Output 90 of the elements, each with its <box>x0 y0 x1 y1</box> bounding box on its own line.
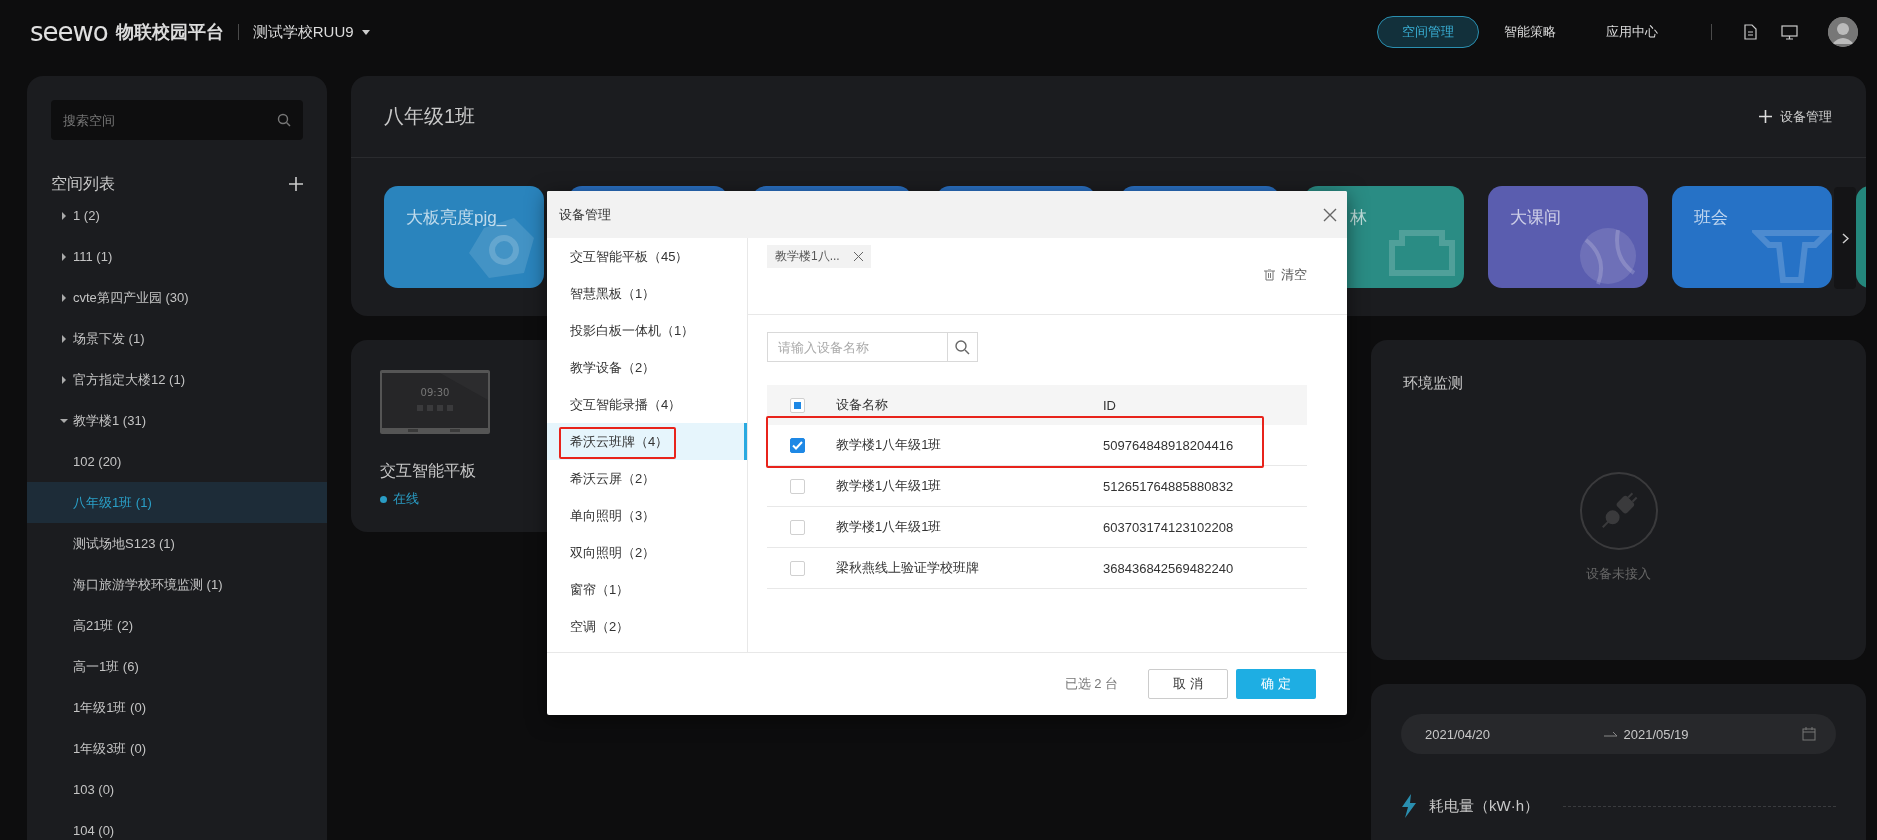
tree-item[interactable]: 1 (2) <box>73 208 100 223</box>
tree-item[interactable]: 高一1班 (6) <box>27 646 327 687</box>
column-header: ID <box>1103 397 1117 413</box>
category-item[interactable]: 交互智能平板（45） <box>547 238 747 275</box>
category-item[interactable]: 交互智能录播（4） <box>547 386 747 423</box>
caret-icon[interactable] <box>361 29 370 35</box>
caret-right-icon[interactable] <box>60 293 68 302</box>
device-manage-button[interactable]: 设备管理 <box>1759 107 1832 126</box>
cancel-button[interactable]: 取 消 <box>1148 669 1228 699</box>
tree-item[interactable]: 102 (20) <box>27 441 327 482</box>
table-cell-text: 教学楼1八年级1班 <box>836 436 943 454</box>
column-header: 设备名称 <box>836 396 889 414</box>
category-item[interactable]: 教学设备（2） <box>547 349 747 386</box>
avatar[interactable] <box>1828 17 1858 47</box>
date-range-picker[interactable]: 2021/04/20 2021/05/19 <box>1401 714 1836 754</box>
lightning-icon <box>1401 794 1417 818</box>
tree-item[interactable]: 测试场地S123 (1) <box>27 523 327 564</box>
chart-title: 耗电量（kW·h） <box>1429 796 1539 816</box>
logo: seewo <box>30 17 108 47</box>
category-item[interactable]: 双向照明（2） <box>547 534 747 571</box>
plug-icon <box>1578 471 1659 551</box>
table-cell-text: 梁秋燕线上验证学校班牌 <box>836 559 980 577</box>
nav-tab[interactable]: 智能策略 <box>1479 16 1581 48</box>
tree-item[interactable]: 教学楼1 (31) <box>73 411 146 430</box>
tree-item[interactable]: 1年级3班 (0) <box>27 728 327 769</box>
category-item[interactable]: 希沃云屏（2） <box>547 460 747 497</box>
nav-tab[interactable]: 空间管理 <box>1377 16 1479 48</box>
space-title: 八年级1班 <box>384 104 476 129</box>
document-icon[interactable] <box>1744 24 1757 40</box>
caret-right-icon[interactable] <box>60 375 68 384</box>
caret-down-icon[interactable] <box>60 416 68 425</box>
dialog-title: 设备管理 <box>559 205 611 224</box>
close-button[interactable] <box>1323 207 1337 222</box>
end-date: 2021/05/19 <box>1623 726 1690 742</box>
empty-text: 设备未接入 <box>1586 565 1651 583</box>
category-item[interactable]: 投影白板一体机（1） <box>547 312 747 349</box>
search-box[interactable]: 搜索空间 <box>51 100 303 140</box>
search-icon[interactable] <box>277 113 291 127</box>
calendar-icon[interactable] <box>1802 727 1816 741</box>
caret-right-icon[interactable] <box>60 334 68 343</box>
category-item[interactable]: 智慧黑板（1） <box>547 275 747 312</box>
table-cell-text: 603703174123102208 <box>1103 519 1235 535</box>
tree-item[interactable]: 八年级1班 (1) <box>27 482 327 523</box>
status-text: 在线 <box>393 490 419 508</box>
selected-count: 已选 2 台 <box>1064 675 1118 693</box>
scene-card[interactable]: 大课间 <box>1488 186 1648 288</box>
table-cell-text: 教学楼1八年级1班 <box>836 518 943 536</box>
category-item[interactable]: 单向照明（3） <box>547 497 747 534</box>
device-search-box[interactable]: 请输入设备名称 <box>767 332 978 362</box>
nav-tab[interactable]: 应用中心 <box>1581 16 1683 48</box>
chevron-right-icon[interactable] <box>1841 232 1849 244</box>
table-cell-text: 教学楼1八年级1班 <box>836 477 943 495</box>
platform-name: 物联校园平台 <box>115 21 224 44</box>
tree-item[interactable]: 海口旅游学校环境监测 (1) <box>27 564 327 605</box>
category-item[interactable]: 窗帘（1） <box>547 571 747 608</box>
monitor-icon[interactable] <box>1781 24 1798 40</box>
tree-item[interactable]: 104 (0) <box>27 810 327 840</box>
tree-item[interactable]: 103 (0) <box>27 769 327 810</box>
tree-item[interactable]: cvte第四产业园 (30) <box>73 288 189 307</box>
checkbox[interactable] <box>790 519 805 535</box>
tree-item[interactable]: 1年级1班 (0) <box>27 687 327 728</box>
plus-icon[interactable] <box>1759 110 1772 123</box>
device-name: 交互智能平板 <box>380 461 476 481</box>
tree-item[interactable]: 官方指定大楼12 (1) <box>73 370 185 389</box>
tree-item[interactable]: 111 (1) <box>73 249 113 264</box>
caret-right-icon[interactable] <box>60 211 68 220</box>
checkbox[interactable] <box>790 478 805 494</box>
tree-item[interactable]: 场景下发 (1) <box>73 329 145 348</box>
checkbox[interactable] <box>790 560 805 576</box>
clear-button[interactable]: 清空 <box>1264 266 1307 284</box>
category-item[interactable]: 空调（2） <box>547 608 747 645</box>
search-icon[interactable] <box>955 339 970 355</box>
start-date: 2021/04/20 <box>1425 726 1492 742</box>
table-cell-text: 368436842569482240 <box>1103 560 1235 576</box>
tree-item[interactable]: 高21班 (2) <box>27 605 327 646</box>
checkbox[interactable] <box>790 437 805 453</box>
trash-icon[interactable] <box>1264 269 1275 281</box>
checkbox[interactable] <box>790 397 805 413</box>
category-item[interactable]: 希沃云班牌（4） <box>547 423 747 460</box>
table-cell-text: 509764848918204416 <box>1103 437 1235 453</box>
tag-label: 教学楼1八... <box>775 248 840 265</box>
add-icon[interactable] <box>289 177 303 191</box>
table-cell-text: 512651764885880832 <box>1103 478 1235 494</box>
close-icon[interactable] <box>853 252 863 261</box>
card-title: 环境监测 <box>1403 374 1464 393</box>
section-title: 空间列表 <box>51 173 115 194</box>
smart-board-drawing: 09:30 <box>380 370 490 436</box>
school-selector[interactable]: 测试学校RUU9 <box>252 22 370 42</box>
search-field[interactable]: 搜索空间 <box>63 100 269 140</box>
caret-right-icon[interactable] <box>60 252 68 261</box>
